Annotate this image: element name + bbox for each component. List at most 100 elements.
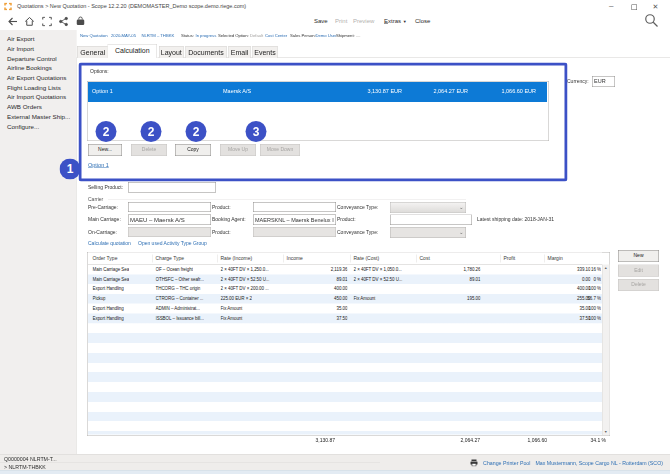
sidebar-item-external-master[interactable]: External Master Ship... xyxy=(7,113,70,120)
back-icon[interactable] xyxy=(7,16,18,27)
annotation-step-3: 3 xyxy=(246,121,267,142)
col-rate-cost[interactable]: Rate (Cost) xyxy=(354,253,380,265)
open-window-item-active[interactable]: > NLRTM-THBKK xyxy=(4,464,46,470)
title-bar: Quotations > New Quotation - Scope 12.2.… xyxy=(0,0,670,14)
sales-person-label: Sales Person: xyxy=(290,33,316,38)
on-carriage-label: On-Carriage: xyxy=(88,229,117,235)
tab-email[interactable]: Email xyxy=(229,46,251,58)
main-carriage-input[interactable]: MAEU – Maersk A/S xyxy=(128,215,211,226)
extras-menu[interactable]: EExtrasxtras ▼ xyxy=(384,18,407,25)
on-carriage-input[interactable] xyxy=(128,227,211,237)
option-row-selected[interactable]: Option 1 Maersk A/S 3,130.87 EUR 2,064.2… xyxy=(88,82,547,102)
tab-events[interactable]: Events xyxy=(253,46,278,58)
col-charge-type[interactable]: Charge Type xyxy=(156,253,185,265)
product-label-3: Product: xyxy=(212,229,231,235)
bag-icon[interactable] xyxy=(75,16,86,27)
minimize-button[interactable]: – xyxy=(609,1,613,10)
statusbar-divider xyxy=(0,463,380,464)
share-icon[interactable] xyxy=(59,17,69,27)
save-button[interactable]: Save xyxy=(314,18,328,25)
close-window-button[interactable]: ✕ xyxy=(653,2,659,10)
home-icon[interactable] xyxy=(24,16,35,27)
latest-shipping-label: Latest shipping date: 2018-JAN-31 xyxy=(477,217,554,223)
status-value[interactable]: In progress xyxy=(196,33,217,38)
new-quotation-link[interactable]: New Quotation xyxy=(80,33,107,38)
charge-row[interactable]: Main Carriage SeaOTHSFC – Other seafr...… xyxy=(88,274,602,284)
option-copy-button[interactable]: Copy xyxy=(175,144,211,156)
conveyance-select-2[interactable]: ⌄ xyxy=(390,227,466,238)
table-scrollbar[interactable]: ▲ ▼ xyxy=(602,265,610,436)
search-icon[interactable] xyxy=(644,13,659,28)
header-sep xyxy=(217,255,218,263)
annotation-step-1: 1 xyxy=(60,159,81,180)
col-rate-income[interactable]: Rate (Income) xyxy=(221,253,253,265)
calculate-quotation-link[interactable]: Calculate quotation xyxy=(88,240,131,246)
col-margin[interactable]: Margin xyxy=(548,253,563,265)
charge-row[interactable]: Export HandlingTHCORG – THC origin2 × 40… xyxy=(88,284,602,294)
col-income[interactable]: Income xyxy=(287,253,303,265)
user-session-info[interactable]: Max Mustermann, Scope Cargo NL - Rotterd… xyxy=(535,460,663,466)
col-order-type[interactable]: Order Type xyxy=(93,253,118,265)
currency-input[interactable]: EUR xyxy=(592,76,615,87)
charges-table: Order Type Charge Type Rate (Income) Inc… xyxy=(87,252,610,436)
charge-edit-button[interactable]: Edit xyxy=(618,265,659,277)
scroll-up-icon[interactable]: ▲ xyxy=(604,266,607,270)
sidebar-item-departure-control[interactable]: Departure Control xyxy=(7,55,57,62)
charge-row[interactable]: Export HandlingISSBOL – Issuance bill...… xyxy=(88,314,602,324)
tab-layout[interactable]: Layout xyxy=(159,46,184,58)
col-profit[interactable]: Profit xyxy=(504,253,516,265)
option-move-down-button[interactable]: Move Down xyxy=(260,144,300,156)
selling-product-input[interactable] xyxy=(128,182,216,193)
col-cost[interactable]: Cost xyxy=(420,253,430,265)
option-tab-link[interactable]: Option 1 xyxy=(88,162,109,168)
product-input-1[interactable] xyxy=(253,202,336,212)
option-move-up-button[interactable]: Move Up xyxy=(220,144,256,156)
booking-agent-input[interactable]: MAERSKNL – Maersk Benelux I xyxy=(253,215,336,226)
charge-delete-button[interactable]: Delete xyxy=(618,279,659,291)
pre-carriage-input[interactable] xyxy=(128,202,211,212)
scroll-down-icon[interactable]: ▼ xyxy=(604,430,607,434)
maximize-button[interactable] xyxy=(632,5,638,11)
header-sep xyxy=(152,255,153,263)
tab-calculation[interactable]: Calculation xyxy=(108,44,158,58)
cost-center-link[interactable]: Cost Center xyxy=(265,33,287,38)
option-delete-button[interactable]: Delete xyxy=(131,144,167,156)
header-sep xyxy=(544,255,545,263)
expand-icon[interactable] xyxy=(42,17,52,27)
sidebar: Air Export Air Import Departure Control … xyxy=(0,30,77,474)
charge-row[interactable]: Main Carriage SeaOF – Ocean freight2 × 4… xyxy=(88,265,602,275)
pre-carriage-label: Pre-Carriage: xyxy=(88,204,118,210)
change-printer-pool-link[interactable]: Change Printer Pool xyxy=(483,460,530,466)
selected-option-value: Default xyxy=(250,33,263,38)
tab-general[interactable]: General xyxy=(77,46,109,58)
sidebar-item-air-import[interactable]: Air Import xyxy=(7,45,34,52)
option-new-button[interactable]: New... xyxy=(88,144,122,156)
preview-button[interactable]: Preview xyxy=(353,18,374,25)
conveyance-label-1: Conveyance Type: xyxy=(337,204,378,210)
sidebar-item-configure[interactable]: Configure... xyxy=(7,123,39,130)
sidebar-item-air-export-quotations[interactable]: Air Export Quotations xyxy=(7,74,66,81)
conveyance-select-1[interactable]: ⌄ xyxy=(390,202,466,213)
statusbar-right: Change Printer Pool Max Mustermann, Scop… xyxy=(470,455,663,472)
window-title: Quotations > New Quotation - Scope 12.2.… xyxy=(17,3,246,9)
sidebar-item-flight-loading-lists[interactable]: Flight Loading Lists xyxy=(7,84,61,91)
product-input-2[interactable] xyxy=(390,215,472,226)
close-button[interactable]: Close xyxy=(415,18,430,25)
route-link[interactable]: NLRTM – THBKK xyxy=(142,33,175,38)
product-input-3[interactable] xyxy=(253,227,336,237)
sidebar-item-air-export[interactable]: Air Export xyxy=(7,36,34,43)
carrier-group-line xyxy=(108,200,466,201)
sales-person-value[interactable]: Demo User xyxy=(316,33,337,38)
sidebar-item-airline-bookings[interactable]: Airline Bookings xyxy=(7,65,52,72)
main-carriage-label: Main Carriage: xyxy=(88,217,121,223)
tab-documents[interactable]: Documents xyxy=(186,46,227,58)
sidebar-item-awb-orders[interactable]: AWB Orders xyxy=(7,103,42,110)
quotation-date-link[interactable]: 2020-MAY-05 xyxy=(111,33,136,38)
charge-row[interactable]: Export HandlingADMIN – Administrat...Fix… xyxy=(88,304,602,314)
activity-type-group-link[interactable]: Open used Activity Type Group xyxy=(138,240,207,246)
charge-row[interactable]: PickupCTRORG – Container ...225.00 EUR ×… xyxy=(88,294,602,304)
sidebar-item-air-import-quotations[interactable]: Air Import Quotations xyxy=(7,94,66,101)
print-button[interactable]: Print xyxy=(335,18,347,25)
charge-new-button[interactable]: New xyxy=(618,250,659,262)
open-window-item[interactable]: Q0000004 NLRTM-T... xyxy=(4,456,57,462)
